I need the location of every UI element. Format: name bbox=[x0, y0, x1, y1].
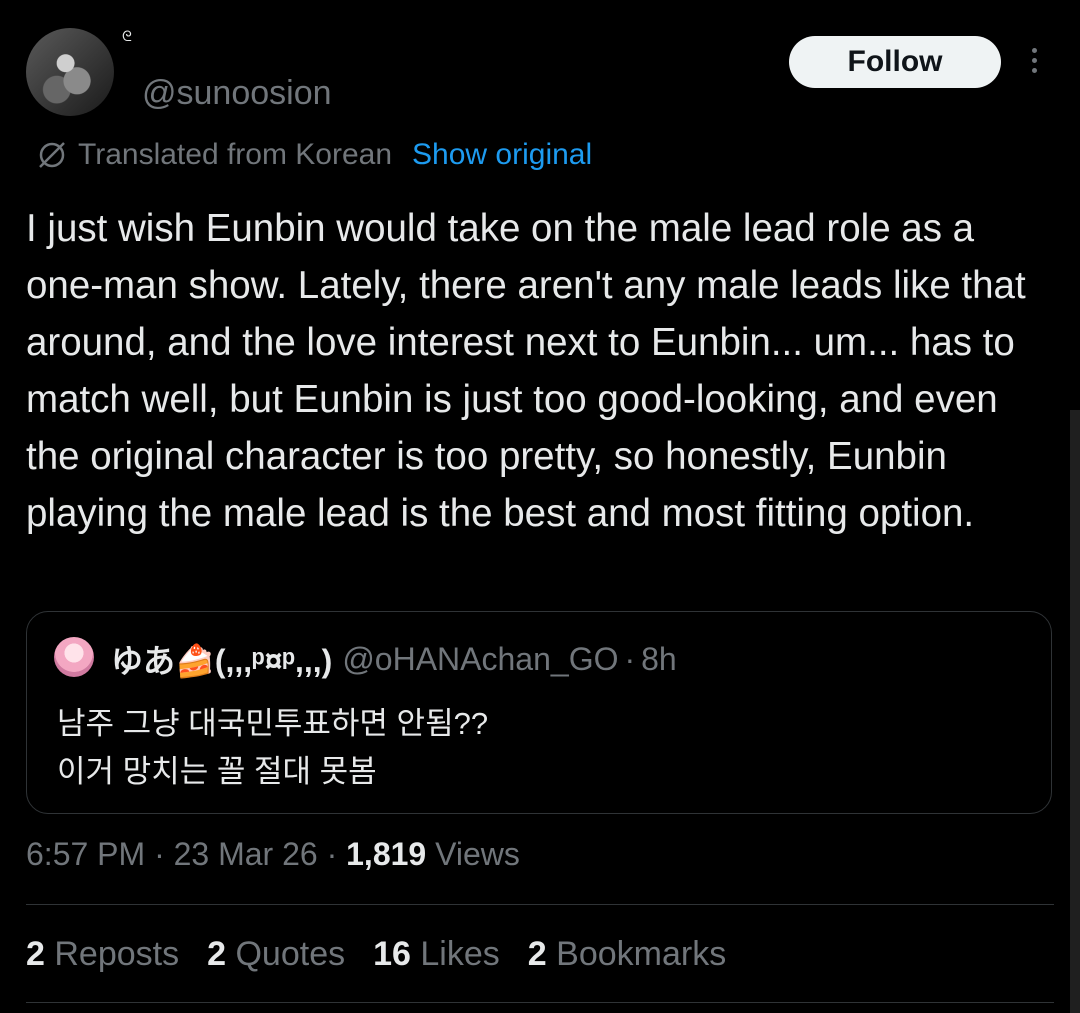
show-original-link[interactable]: Show original bbox=[412, 138, 592, 172]
quoted-avatar bbox=[54, 637, 94, 677]
quoted-handle: @oHANAchan_GO bbox=[342, 640, 619, 677]
tweet-header: ᘓ @sunoosion Follow bbox=[26, 28, 1056, 128]
more-options-icon[interactable] bbox=[1028, 48, 1040, 78]
quoted-time: 8h bbox=[641, 640, 677, 677]
stat-likes[interactable]: 16 Likes bbox=[373, 935, 500, 974]
meta-separator: · bbox=[326, 836, 347, 872]
quoted-text: 남주 그냥 대국민투표하면 안됨?? 이거 망치는 꼴 절대 못봄 bbox=[57, 700, 488, 796]
engagement-stats: 2 Reposts 2 Quotes 16 Likes 2 Bookmarks bbox=[26, 935, 754, 974]
stat-reposts[interactable]: 2 Reposts bbox=[26, 935, 179, 974]
tweet-time[interactable]: 6:57 PM bbox=[26, 836, 145, 872]
quoted-separator: · bbox=[624, 640, 636, 677]
translated-label: Translated from Korean bbox=[78, 138, 393, 171]
follow-button[interactable]: Follow bbox=[789, 36, 1001, 88]
stat-count: 2 bbox=[527, 935, 547, 973]
stat-label: Bookmarks bbox=[556, 935, 727, 973]
quoted-line: 남주 그냥 대국민투표하면 안됨?? bbox=[57, 706, 489, 741]
stat-label: Quotes bbox=[235, 935, 346, 973]
stat-count: 2 bbox=[26, 935, 45, 973]
stat-count: 2 bbox=[207, 935, 227, 973]
stat-label: Likes bbox=[420, 935, 500, 973]
author-name[interactable]: ᘓ bbox=[122, 28, 132, 45]
stat-bookmarks[interactable]: 2 Bookmarks bbox=[528, 935, 726, 974]
divider bbox=[26, 904, 1054, 905]
author-avatar[interactable] bbox=[26, 28, 114, 116]
stat-quotes[interactable]: 2 Quotes bbox=[207, 935, 345, 974]
quoted-header: ゆあ🍰(,,,ᵖ¤ᵖ,,,) @oHANAchan_GO · 8h bbox=[111, 636, 677, 682]
tweet-text: I just wish Eunbin would take on the mal… bbox=[26, 207, 1026, 535]
stat-count: 16 bbox=[373, 935, 411, 973]
quoted-display-name: ゆあ🍰(,,,ᵖ¤ᵖ,,,) bbox=[111, 643, 333, 679]
translate-icon bbox=[39, 142, 65, 168]
tweet-meta: 6:57 PM · 23 Mar 26 · 1,819 Views bbox=[26, 836, 520, 873]
views-label: Views bbox=[435, 836, 520, 872]
divider bbox=[26, 1002, 1054, 1003]
quoted-tweet[interactable]: ゆあ🍰(,,,ᵖ¤ᵖ,,,) @oHANAchan_GO · 8h 남주 그냥 … bbox=[26, 611, 1052, 814]
author-handle[interactable]: @sunoosion bbox=[142, 74, 332, 113]
translation-bar: Translated from Korean Show original bbox=[36, 135, 592, 175]
quoted-line: 이거 망치는 꼴 절대 못봄 bbox=[57, 754, 377, 789]
views-count: 1,819 bbox=[346, 836, 427, 872]
tweet-date[interactable]: 23 Mar 26 bbox=[174, 836, 318, 872]
meta-separator: · bbox=[154, 836, 174, 872]
scrollbar-track[interactable] bbox=[1070, 410, 1080, 1013]
stat-label: Reposts bbox=[54, 935, 180, 973]
